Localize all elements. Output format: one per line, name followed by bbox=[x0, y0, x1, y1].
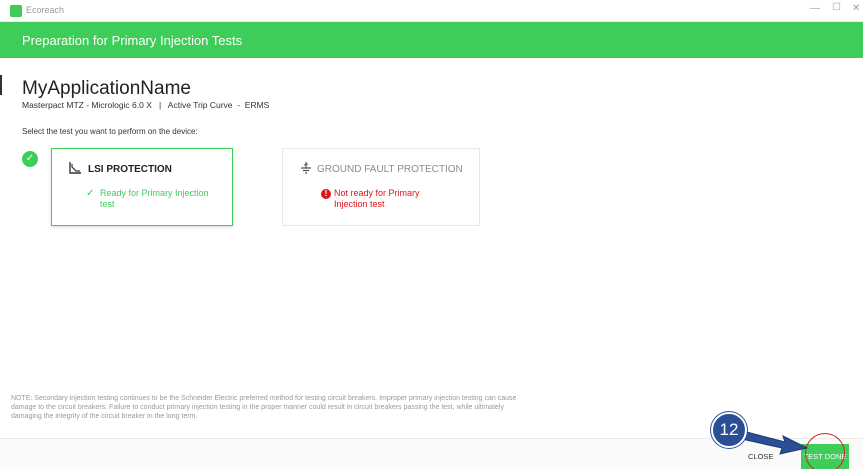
test-card-status: Ready for Primary Injection test bbox=[100, 188, 209, 209]
minimize-icon[interactable]: — bbox=[810, 3, 820, 14]
ground-icon bbox=[299, 161, 313, 178]
close-window-icon[interactable]: ✕ bbox=[852, 3, 860, 14]
page-header: Preparation for Primary Injection Tests bbox=[0, 22, 863, 58]
maximize-icon[interactable]: ☐ bbox=[832, 2, 841, 13]
test-card-title: GROUND FAULT PROTECTION bbox=[317, 164, 463, 175]
divider bbox=[0, 75, 2, 95]
test-card-status: Not ready for Primary Injection test bbox=[334, 188, 420, 209]
disclaimer-note: NOTE: Secondary injection testing contin… bbox=[11, 395, 517, 420]
instruction-text: Select the test you want to perform on t… bbox=[22, 127, 198, 136]
app-logo-icon bbox=[10, 5, 22, 17]
error-icon: ! bbox=[321, 189, 331, 199]
test-card-lsi[interactable]: LSI PROTECTION ✓ Ready for Primary Injec… bbox=[51, 148, 233, 226]
test-card-ground-fault[interactable]: GROUND FAULT PROTECTION ! Not ready for … bbox=[282, 148, 480, 226]
page-title: Preparation for Primary Injection Tests bbox=[22, 33, 243, 48]
selected-check-icon: ✓ bbox=[22, 151, 38, 167]
window-title: Ecoreach bbox=[26, 5, 65, 15]
window-title-bar: Ecoreach — ☐ ✕ bbox=[0, 0, 863, 22]
test-card-title: LSI PROTECTION bbox=[88, 164, 172, 175]
device-info: Masterpact MTZ - Micrologic 6.0 X | Acti… bbox=[22, 100, 270, 110]
application-name: MyApplicationName bbox=[22, 78, 191, 99]
step-number-badge: 12 bbox=[711, 412, 747, 448]
highlight-circle bbox=[805, 433, 845, 469]
check-icon: ✓ bbox=[86, 188, 95, 199]
trip-curve-icon bbox=[68, 161, 82, 178]
